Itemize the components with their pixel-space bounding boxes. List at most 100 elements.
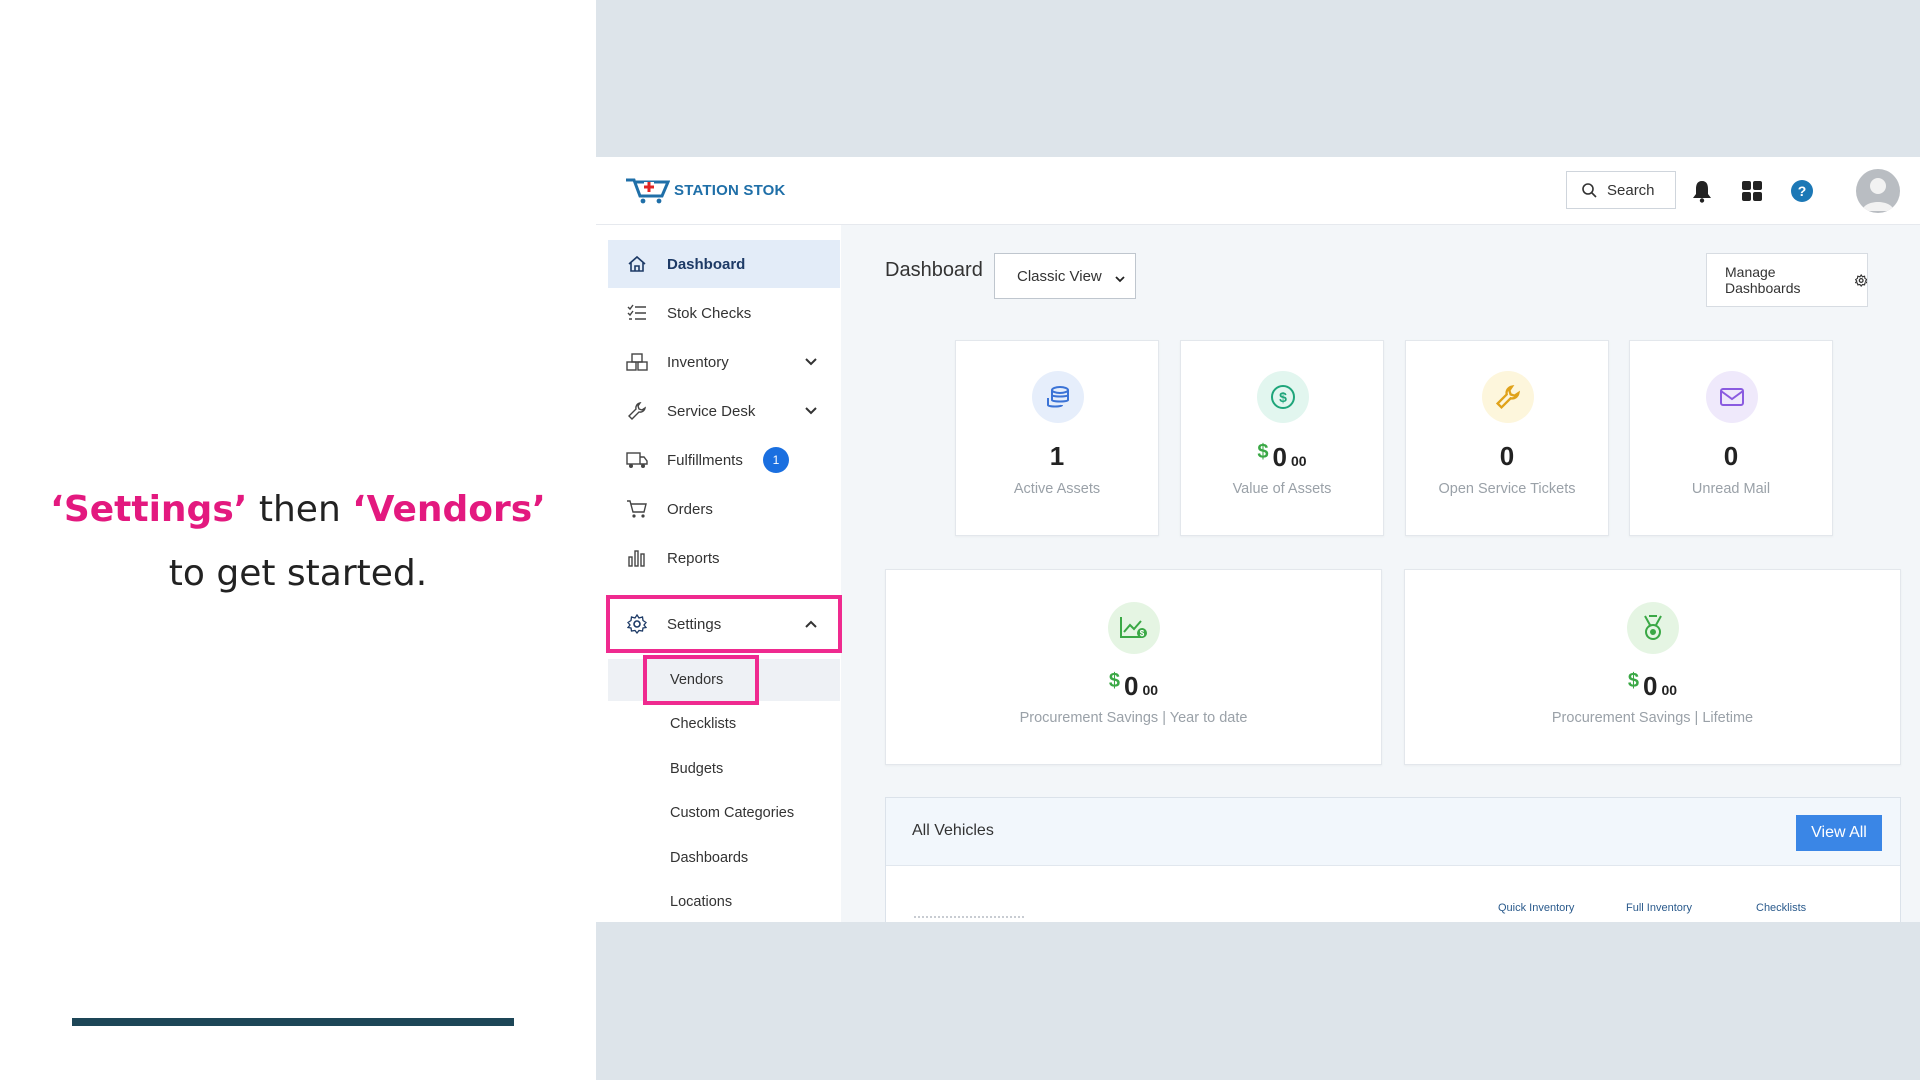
currency-symbol: $ (1627, 670, 1640, 692)
sidebar-item-fulfillments[interactable]: Fulfillments 1 (608, 436, 840, 484)
instruction-text: ‘Settings’ then ‘Vendors’ to get started… (40, 478, 556, 606)
submenu-item-dashboards[interactable]: Dashboards (608, 837, 840, 879)
boxes-icon (626, 351, 648, 373)
search-box[interactable]: Search (1566, 171, 1676, 209)
instruction-then: then (247, 489, 353, 530)
stat-card-savings-ytd[interactable]: $ $0 00 Procurement Savings | Year to dat… (885, 569, 1382, 765)
submenu-label-budgets: Budgets (670, 761, 724, 777)
stat-card-open-service-tickets[interactable]: 0 Open Service Tickets (1405, 340, 1609, 536)
wrench-icon (626, 400, 648, 422)
sidebar: Dashboard Stok Checks Inventory Service … (596, 225, 842, 922)
bell-icon[interactable] (1688, 177, 1716, 205)
all-vehicles-title: All Vehicles (912, 822, 994, 839)
submenu-label-dashboards: Dashboards (670, 850, 749, 866)
sidebar-label-service-desk: Service Desk (667, 402, 756, 420)
value-of-assets-cents: 00 (1291, 453, 1307, 469)
active-assets-value: 1 (1049, 441, 1065, 471)
submenu-item-checklists[interactable]: Checklists (608, 703, 840, 745)
app-screenshot: STATION STOK Search ? Dashboard Stok Che… (596, 157, 1920, 922)
coins-stack-icon (1032, 371, 1084, 423)
cart-icon (626, 498, 648, 520)
svg-text:?: ? (1798, 183, 1807, 199)
submenu-item-budgets[interactable]: Budgets (608, 748, 840, 790)
open-service-tickets-value: 0 (1499, 441, 1515, 471)
currency-symbol: $ (1257, 441, 1269, 463)
instruction-panel: ‘Settings’ then ‘Vendors’ to get started… (0, 0, 596, 1080)
slide: ‘Settings’ then ‘Vendors’ to get started… (0, 0, 1920, 1080)
checklists-link[interactable]: Checklists (1756, 902, 1806, 914)
all-vehicles-panel: All Vehicles View All Quick Inventory Fu… (885, 797, 1901, 922)
submenu-item-custom-categories[interactable]: Custom Categories (608, 792, 840, 834)
sidebar-item-service-desk[interactable]: Service Desk (608, 387, 840, 435)
logo-text: STATION STOK (674, 181, 786, 199)
value-of-assets-value: $0 00 (1181, 441, 1383, 473)
savings-ytd-amount: 0 (1124, 671, 1139, 701)
bar-chart-icon (626, 547, 648, 569)
sidebar-item-stok-checks[interactable]: Stok Checks (608, 289, 840, 337)
page-title: Dashboard (885, 259, 983, 281)
submenu-label-checklists: Checklists (670, 716, 737, 732)
search-icon (1582, 183, 1597, 198)
sidebar-label-fulfillments: Fulfillments (667, 451, 743, 469)
stat-card-unread-mail[interactable]: 0 Unread Mail (1629, 340, 1833, 536)
sidebar-label-dashboard: Dashboard (667, 255, 746, 273)
chevron-down-icon (1115, 270, 1125, 287)
svg-text:$: $ (1279, 389, 1287, 405)
quick-inventory-link[interactable]: Quick Inventory (1498, 902, 1574, 914)
all-vehicles-header: All Vehicles View All (886, 798, 1900, 866)
gear-icon (1854, 273, 1867, 287)
savings-ytd-label: Procurement Savings | Year to date (1019, 710, 1248, 726)
truck-icon (626, 449, 648, 471)
open-service-tickets-label: Open Service Tickets (1438, 481, 1576, 497)
instruction-line2: to get started. (168, 553, 428, 594)
savings-lifetime-label: Procurement Savings | Lifetime (1551, 710, 1754, 726)
vehicle-name-placeholder (914, 916, 1024, 922)
app-logo[interactable]: STATION STOK (624, 175, 786, 205)
full-inventory-link[interactable]: Full Inventory (1626, 902, 1692, 914)
view-select-value: Classic View (1017, 267, 1102, 285)
fulfillments-count-badge: 1 (763, 447, 789, 473)
unread-mail-value: 0 (1723, 441, 1739, 471)
dollar-circle-icon: $ (1257, 371, 1309, 423)
stat-card-active-assets[interactable]: 1 Active Assets (955, 340, 1159, 536)
savings-lifetime-cents: 00 (1661, 682, 1678, 698)
savings-lifetime-value: $0 00 (1405, 670, 1900, 702)
currency-symbol: $ (1108, 670, 1121, 692)
submenu-label-locations: Locations (670, 894, 733, 910)
sidebar-item-dashboard[interactable]: Dashboard (608, 240, 840, 288)
sidebar-item-orders[interactable]: Orders (608, 485, 840, 533)
sidebar-label-stok-checks: Stok Checks (667, 304, 752, 322)
chart-savings-icon: $ (1108, 602, 1160, 654)
instruction-settings: ‘Settings’ (50, 489, 248, 530)
user-avatar[interactable] (1856, 169, 1900, 213)
cart-logo-icon (626, 178, 670, 204)
value-of-assets-label: Value of Assets (1232, 481, 1332, 497)
stat-card-savings-lifetime[interactable]: $0 00 Procurement Savings | Lifetime (1404, 569, 1901, 765)
svg-text:$: $ (1140, 629, 1145, 638)
chevron-down-icon[interactable] (804, 355, 818, 369)
manage-dashboards-button[interactable]: Manage Dashboards (1706, 253, 1868, 307)
manage-dashboards-label: Manage Dashboards (1725, 264, 1801, 296)
divider-line (72, 1018, 514, 1026)
home-icon (626, 253, 648, 275)
wrench-icon (1482, 371, 1534, 423)
savings-lifetime-amount: 0 (1643, 671, 1658, 701)
instruction-vendors: ‘Vendors’ (352, 489, 546, 530)
sidebar-label-reports: Reports (667, 549, 720, 567)
apps-grid-icon[interactable] (1738, 177, 1766, 205)
sidebar-item-inventory[interactable]: Inventory (608, 338, 840, 386)
envelope-icon (1706, 371, 1758, 423)
sidebar-item-reports[interactable]: Reports (608, 534, 840, 582)
chevron-down-icon[interactable] (804, 404, 818, 418)
savings-ytd-cents: 00 (1142, 682, 1159, 698)
savings-ytd-value: $0 00 (886, 670, 1381, 702)
submenu-item-locations[interactable]: Locations (608, 881, 840, 922)
search-label: Search (1607, 181, 1655, 199)
help-icon[interactable]: ? (1788, 177, 1816, 205)
dashboard-view-select[interactable]: Classic View (994, 253, 1136, 299)
top-header: STATION STOK Search ? (596, 157, 1920, 225)
sidebar-label-orders: Orders (667, 500, 713, 518)
view-all-button[interactable]: View All (1796, 815, 1882, 851)
stat-card-value-of-assets[interactable]: $ $0 00 Value of Assets (1180, 340, 1384, 536)
submenu-label-custom-categories: Custom Categories (670, 805, 795, 821)
